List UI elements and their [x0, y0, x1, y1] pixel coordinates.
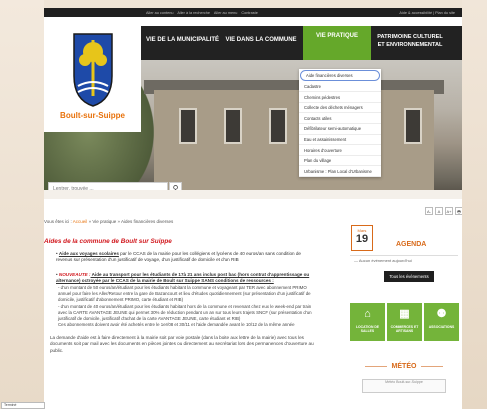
breadcrumb: Vous êtes ici : Accueil » Vie pratique »…	[44, 219, 173, 224]
transport-heading: Aide au transport pour les étudiants de …	[56, 271, 310, 284]
nav-patrimoine[interactable]: PATRIMOINE CULTUREL ET ENVIRONNEMENTAL	[371, 26, 449, 60]
quick-links: ⌂ LOCATION DE SALLES ▦ COMMERCES ET ARTI…	[350, 303, 459, 341]
content-area: Vous êtes ici : Accueil » Vie pratique »…	[44, 199, 462, 409]
skip-to-content-link[interactable]: Aller au contenu	[146, 11, 173, 15]
skip-to-search-link[interactable]: Aller à la recherche	[177, 11, 210, 15]
font-increase-button[interactable]: A+	[445, 207, 453, 215]
transport-heading-paragraph: • NOUVEAUTE : Aide au transport pour les…	[56, 271, 310, 284]
menu-item-chemins[interactable]: Chemins pédestres	[299, 92, 381, 103]
menu-item-contacts[interactable]: Contacts utiles	[299, 113, 381, 124]
font-decrease-button[interactable]: A-	[425, 207, 433, 215]
shop-icon: ▦	[399, 308, 410, 320]
tile-label: ASSOCIATIONS	[428, 325, 455, 329]
website-frame: Aller au contenu Aller à la recherche Al…	[44, 8, 462, 409]
article: Aides de la commune de Boult sur Suippe …	[44, 232, 314, 409]
menu-item-plan[interactable]: Plan du village	[299, 156, 381, 167]
weather-widget[interactable]: Météo Boult-sur-Suippe	[362, 379, 446, 393]
nav-vie-municipalite[interactable]: VIE DE LA MUNICIPALITÉ	[141, 26, 219, 60]
transport-detail-a: - d'un montant de 50 euros/an/étudiant p…	[58, 284, 311, 303]
skip-to-menu-link[interactable]: Aller au menu	[214, 11, 237, 15]
menu-item-cadastre[interactable]: Cadastre	[299, 82, 381, 93]
contrast-link[interactable]: Contraste	[241, 11, 257, 15]
nav-vie-pratique[interactable]: VIE PRATIQUE	[303, 26, 371, 60]
tile-label: LOCATION DE SALLES	[355, 325, 380, 333]
vie-pratique-dropdown: Aide financières diverses Cadastre Chemi…	[299, 69, 381, 177]
tile-commerces[interactable]: ▦ COMMERCES ET ARTISANS	[387, 303, 422, 341]
nav-vie-commune[interactable]: VIE DANS LA COMMUNE	[219, 26, 303, 60]
calendar-date-badge: Mars 19	[351, 225, 373, 251]
window-shape	[404, 108, 422, 144]
transport-detail-b: - d'un montant de 40 euros/an/étudiant p…	[58, 303, 312, 322]
menu-item-horaires[interactable]: Horaires d'ouverture	[299, 145, 381, 156]
article-title: Aides de la commune de Boult sur Suippe	[44, 238, 172, 245]
page-background-right	[462, 0, 487, 409]
page-background-left	[0, 0, 44, 409]
menu-item-collecte[interactable]: Collecte des déchets ménagers	[299, 103, 381, 114]
header-divider	[44, 190, 462, 199]
window-shape	[179, 108, 197, 144]
font-size-controls: A- A A+ 🖶	[425, 207, 462, 215]
people-icon: ⚉	[436, 308, 447, 320]
site-logo[interactable]: Boult-sur-Suippe	[44, 26, 141, 132]
font-reset-button[interactable]: A	[435, 207, 443, 215]
menu-item-urbanisme[interactable]: Urbanisme : Plan Local d'Urbanisme	[299, 166, 381, 177]
window-shape	[269, 108, 287, 144]
browser-status-bar: Terminé	[1, 402, 45, 409]
house-icon: ⌂	[364, 308, 371, 320]
agenda-divider	[350, 255, 458, 256]
help-sitemap-links[interactable]: Aide & accessibilité | Plan du site	[399, 11, 455, 15]
demande-paragraph: La demande d'aide est à faire directemen…	[50, 334, 314, 353]
site-header: Lentrer, trouvée ... ⚲ Boult-sur-Suippe …	[44, 17, 462, 199]
voyages-scolaires-paragraph: • Aide aux voyages scolaires par le CCAS…	[56, 251, 301, 263]
agenda-title: AGENDA	[396, 241, 427, 248]
main-navigation: VIE DE LA MUNICIPALITÉ VIE DANS LA COMMU…	[141, 26, 462, 60]
transport-detail-c: Ces abonnements doivent avoir été acheté…	[58, 322, 295, 328]
tile-associations[interactable]: ⚉ ASSOCIATIONS	[424, 303, 459, 341]
tile-label: COMMERCES ET ARTISANS	[390, 325, 419, 333]
site-name: Boult-sur-Suippe	[60, 111, 125, 120]
print-icon[interactable]: 🖶	[455, 207, 462, 215]
voyages-scolaires-heading: Aide aux voyages scolaires	[58, 251, 119, 256]
menu-item-aides-financieres[interactable]: Aide financières diverses	[300, 70, 380, 81]
meteo-title: MÉTÉO	[350, 363, 458, 370]
accessibility-topbar: Aller au contenu Aller à la recherche Al…	[44, 8, 462, 17]
tile-location-salles[interactable]: ⌂ LOCATION DE SALLES	[350, 303, 385, 341]
town-hall-building	[154, 90, 434, 199]
coat-of-arms-icon	[72, 33, 113, 107]
nouveaute-label: NOUVEAUTE :	[58, 271, 91, 277]
agenda-empty-text: — Aucun événement aujourd'hui	[354, 258, 412, 263]
menu-item-defibrilateur[interactable]: Défibrilateur semi-automatique	[299, 124, 381, 135]
breadcrumb-home-link[interactable]: Accueil	[73, 219, 88, 224]
window-shape	[224, 108, 242, 144]
menu-item-eau[interactable]: Eau et assainissement	[299, 135, 381, 146]
all-events-button[interactable]: Tous les événements	[384, 271, 434, 282]
calendar-day: 19	[355, 233, 369, 245]
breadcrumb-rest: » Vie pratique » Aides financières diver…	[88, 219, 174, 224]
breadcrumb-prefix: Vous êtes ici :	[44, 219, 72, 224]
